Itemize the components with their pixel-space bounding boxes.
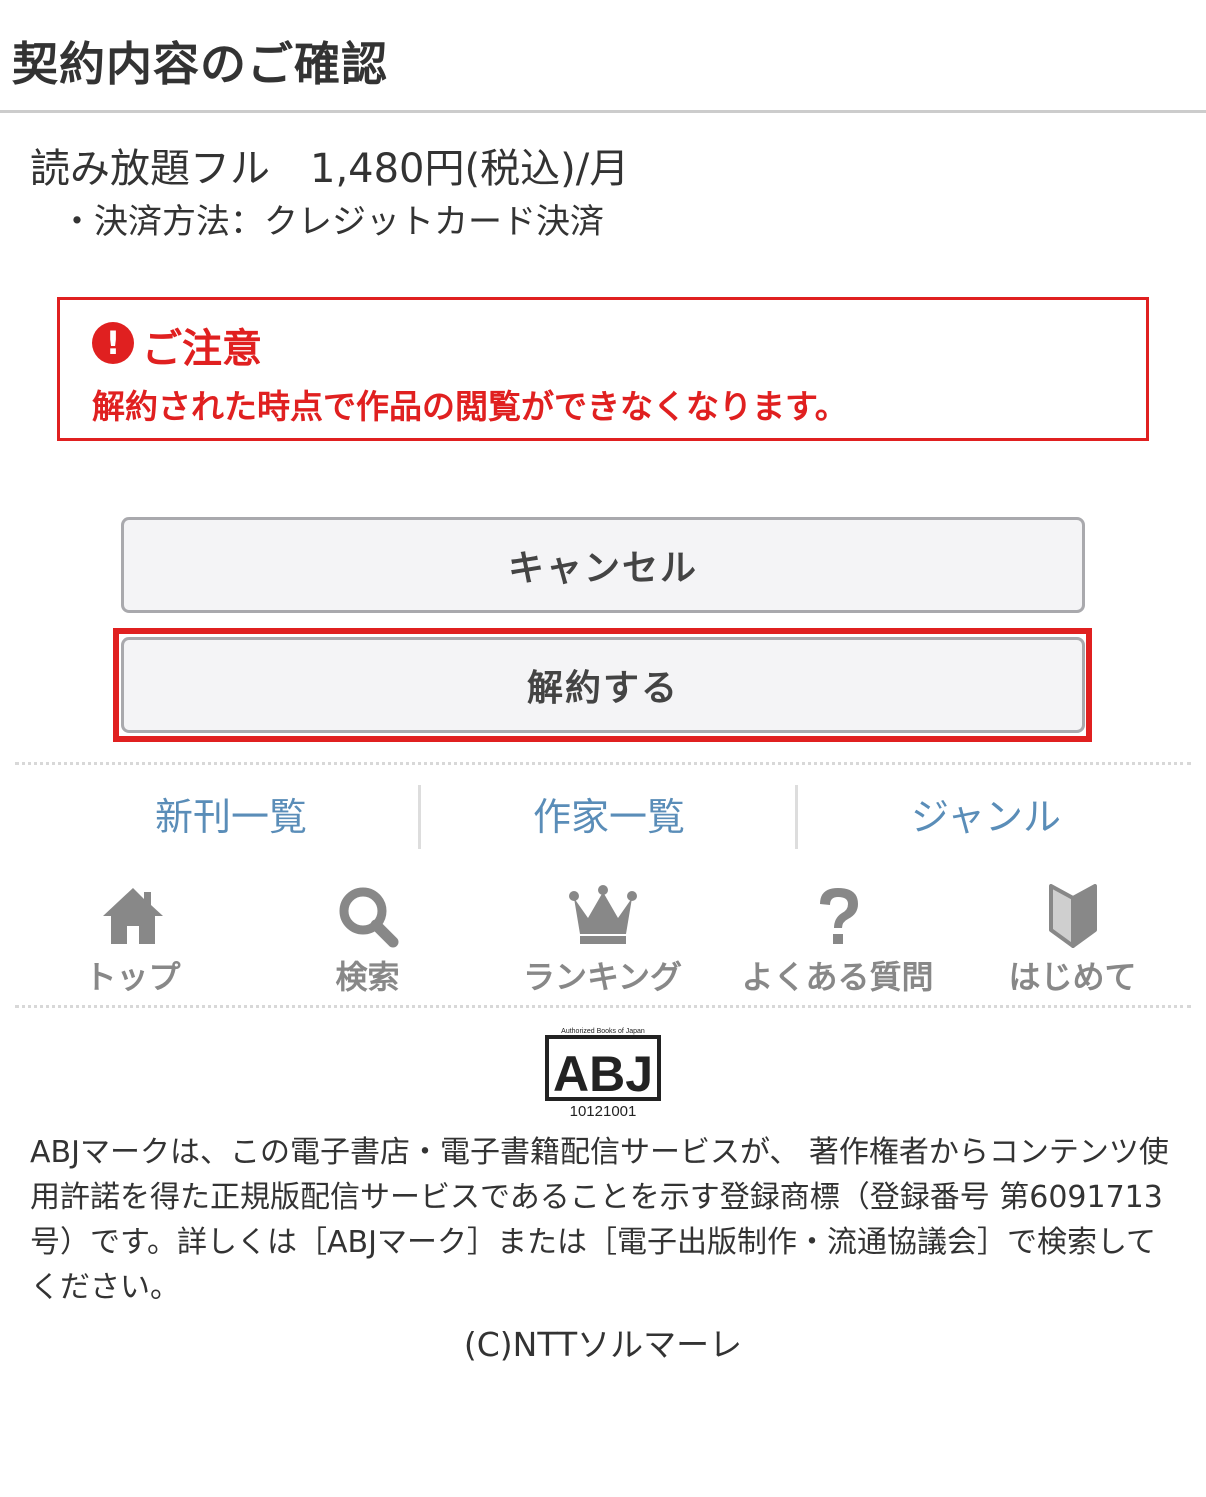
nav-item-faq[interactable]: よくある質問	[720, 880, 955, 1000]
cancel-contract-button[interactable]: 解約する	[121, 637, 1085, 733]
cancel-button[interactable]: キャンセル	[121, 517, 1085, 613]
copyright: (C)NTTソルマーレ	[463, 1325, 743, 1364]
nav-label: はじめて	[1008, 958, 1137, 996]
divider	[15, 762, 1191, 765]
page-title: 契約内容のご確認	[12, 37, 388, 91]
page-header: 契約内容のご確認	[0, 0, 1206, 113]
nav-label: よくある質問	[741, 958, 934, 996]
svg-text:Authorized Books of Japan: Authorized Books of Japan	[561, 1028, 645, 1035]
divider	[15, 1005, 1191, 1008]
home-icon	[102, 888, 163, 944]
notice-box: ! ご注意 解約された時点で作品の閲覧ができなくなります。	[57, 297, 1149, 441]
notice-text: 解約された時点で作品の閲覧ができなくなります。	[92, 387, 848, 426]
nav-item-ranking[interactable]: ランキング	[485, 880, 720, 1000]
abj-logo: Authorized Books of Japan ABJ 10121001	[545, 1028, 661, 1120]
notice-title: ご注意	[142, 326, 262, 372]
link-authors[interactable]: 作家一覧	[420, 785, 798, 849]
nav-label: ランキング	[522, 958, 683, 996]
nav-item-search[interactable]: 検索	[250, 880, 485, 1000]
beginner-mark-icon	[1048, 884, 1097, 948]
nav-item-beginner[interactable]: はじめて	[955, 880, 1190, 1000]
payment-method: ・決済方法：クレジットカード決済	[60, 202, 604, 242]
nav-label: 検索	[335, 958, 400, 996]
svg-text:10121001: 10121001	[570, 1103, 637, 1120]
category-links: 新刊一覧 作家一覧 ジャンル	[0, 785, 1206, 849]
link-genres[interactable]: ジャンル	[797, 785, 1175, 849]
abj-description: ABJマークは、この電子書店・電子書籍配信サービスが、 著作権者からコンテンツ使…	[30, 1135, 1169, 1305]
plan-summary: 読み放題フル 1,480円(税込)/月	[30, 146, 630, 192]
search-icon	[339, 887, 398, 948]
exclamation-icon: !	[92, 322, 134, 364]
nav-label: トップ	[84, 958, 181, 996]
svg-text:ABJ: ABJ	[553, 1046, 653, 1102]
link-new-releases[interactable]: 新刊一覧	[42, 785, 420, 849]
nav-item-top[interactable]: トップ	[15, 880, 250, 1000]
bottom-nav: トップ 検索 ランキング よくある質問 はじめて	[0, 880, 1206, 1000]
question-icon	[819, 888, 858, 944]
crown-icon	[568, 885, 637, 944]
